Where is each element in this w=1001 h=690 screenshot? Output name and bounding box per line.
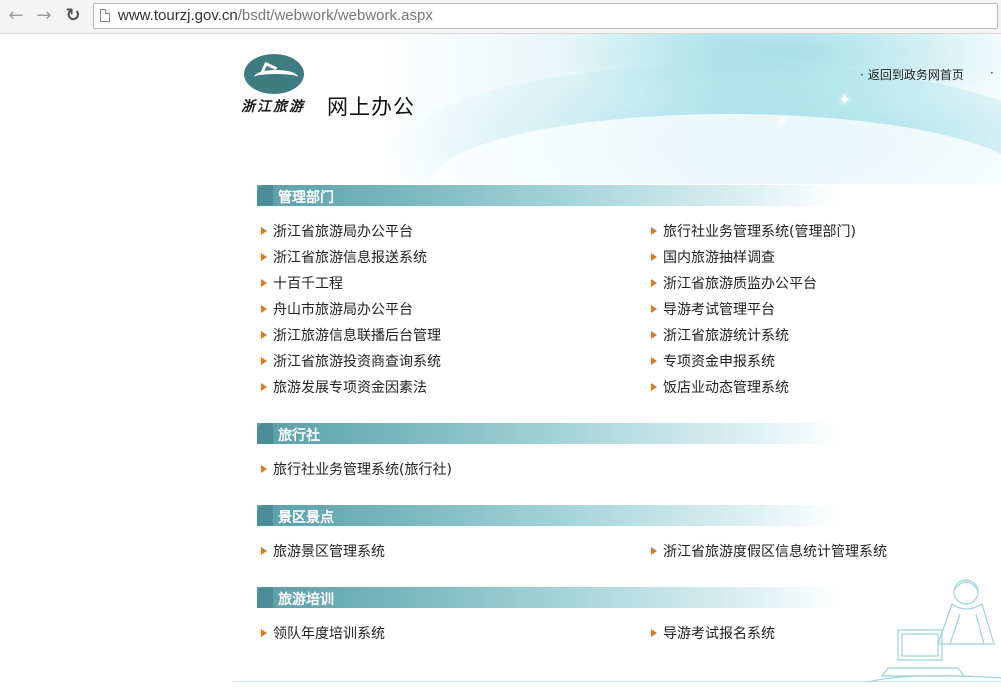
arrow-bullet-icon [261, 383, 267, 391]
system-link[interactable]: 饭店业动态管理系统 [651, 377, 789, 397]
system-link[interactable]: 浙江省旅游度假区信息统计管理系统 [651, 541, 887, 561]
system-link[interactable]: 专项资金申报系统 [651, 351, 775, 371]
page-icon [100, 9, 110, 22]
system-link[interactable]: 浙江省旅游局办公平台 [261, 221, 413, 241]
arrow-bullet-icon [651, 331, 657, 339]
arrow-bullet-icon [651, 279, 657, 287]
logo-text: 浙江旅游 [241, 99, 305, 115]
arrow-bullet-icon [261, 279, 267, 287]
logo-icon [244, 54, 304, 94]
section-title: 管理部门 [278, 190, 334, 206]
system-link[interactable]: 十百千工程 [261, 273, 343, 293]
sparkle-icon: ✦ [775, 112, 789, 131]
section-header-travel-agency: 旅行社 [257, 423, 840, 444]
section-header-management: 管理部门 [257, 185, 840, 206]
arrow-bullet-icon [261, 357, 267, 365]
system-link[interactable]: 导游考试管理平台 [651, 299, 775, 319]
section-header-scenic-spots: 景区景点 [257, 505, 840, 526]
arrow-bullet-icon [261, 465, 267, 473]
system-link[interactable]: 领队年度培训系统 [261, 623, 385, 643]
browser-toolbar: ← → ↻ www.tourzj.gov.cn/bsdt/webwork/web… [0, 0, 1001, 34]
arrow-bullet-icon [651, 227, 657, 235]
back-arrow-icon[interactable]: ← [5, 5, 27, 27]
arrow-bullet-icon [651, 357, 657, 365]
sparkle-icon: ✦ [838, 90, 852, 109]
arrow-bullet-icon [651, 547, 657, 555]
url-text[interactable]: www.tourzj.gov.cn/bsdt/webwork/webwork.a… [118, 7, 433, 24]
system-link[interactable]: 导游考试报名系统 [651, 623, 775, 643]
system-link[interactable]: 浙江旅游信息联播后台管理 [261, 325, 441, 345]
arrow-bullet-icon [651, 383, 657, 391]
system-link[interactable]: 浙江省旅游统计系统 [651, 325, 789, 345]
arrow-bullet-icon [651, 629, 657, 637]
arrow-bullet-icon [261, 253, 267, 261]
system-link[interactable]: 旅行社业务管理系统(旅行社) [261, 459, 452, 479]
address-bar[interactable]: www.tourzj.gov.cn/bsdt/webwork/webwork.a… [93, 3, 998, 29]
section-title: 景区景点 [278, 510, 334, 526]
section-header-training: 旅游培训 [257, 587, 840, 608]
section-title: 旅游培训 [278, 592, 334, 608]
arrow-bullet-icon [651, 305, 657, 313]
page-header: ✦ ✦ 浙江旅游 网上办公 · 返回到政务网首页 · [0, 34, 1001, 184]
office-worker-illustration-icon [868, 579, 1001, 683]
arrow-bullet-icon [651, 253, 657, 261]
system-link[interactable]: 舟山市旅游局办公平台 [261, 299, 413, 319]
arrow-bullet-icon [261, 227, 267, 235]
forward-arrow-icon[interactable]: → [33, 5, 55, 27]
system-link[interactable]: 旅游景区管理系统 [261, 541, 385, 561]
arrow-bullet-icon [261, 331, 267, 339]
system-link[interactable]: 浙江省旅游投资商查询系统 [261, 351, 441, 371]
arrow-bullet-icon [261, 547, 267, 555]
section-title: 旅行社 [278, 428, 320, 444]
page-title: 网上办公 [327, 95, 415, 119]
system-link[interactable]: 浙江省旅游信息报送系统 [261, 247, 427, 267]
system-link[interactable]: 旅游发展专项资金因素法 [261, 377, 427, 397]
system-link[interactable]: 旅行社业务管理系统(管理部门) [651, 221, 856, 241]
arrow-bullet-icon [261, 305, 267, 313]
reload-icon[interactable]: ↻ [62, 5, 84, 27]
system-link[interactable]: 浙江省旅游质监办公平台 [651, 273, 817, 293]
back-to-home-link[interactable]: · 返回到政务网首页 [860, 66, 964, 83]
arrow-bullet-icon [261, 629, 267, 637]
system-link[interactable]: 国内旅游抽样调查 [651, 247, 775, 267]
